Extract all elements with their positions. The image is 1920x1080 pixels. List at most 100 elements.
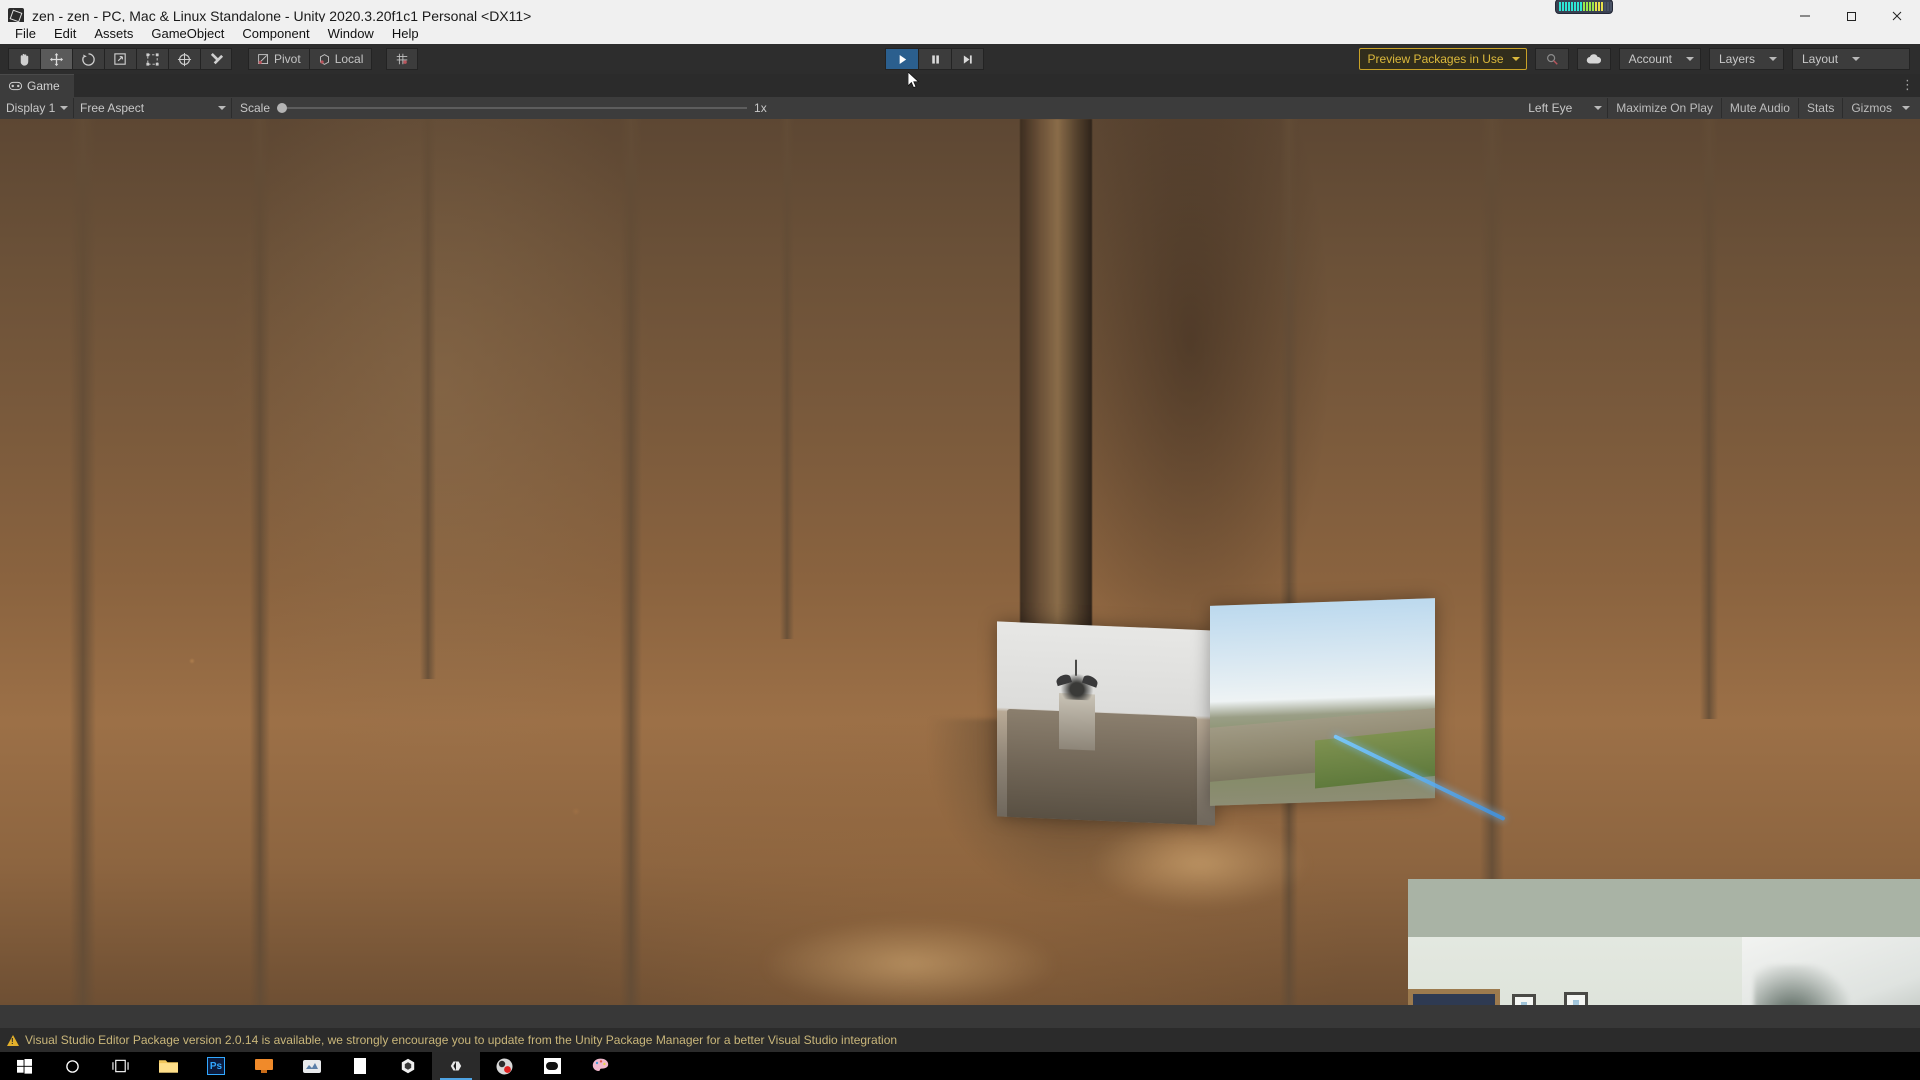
taskbar-paint-app[interactable] (576, 1052, 624, 1080)
vr-photo-panel-right[interactable] (1210, 598, 1435, 806)
tree-trunk (780, 119, 794, 639)
pause-button[interactable] (918, 48, 951, 70)
sun-patch (760, 919, 1060, 1005)
layers-dropdown[interactable]: Layers (1708, 48, 1784, 70)
ps-icon: Ps (207, 1057, 225, 1075)
room-ceiling (1408, 879, 1920, 937)
maximize-on-play-toggle[interactable]: Maximize On Play (1608, 98, 1722, 118)
pivot-handle-group: Pivot Local (248, 48, 373, 70)
layout-label: Layout (1802, 52, 1839, 66)
chevron-down-icon (1685, 57, 1694, 61)
preview-packages-label: Preview Packages in Use (1367, 52, 1504, 66)
scale-slider-group[interactable]: Scale 1x (232, 98, 775, 118)
webcam-overlay (1408, 879, 1920, 1005)
chevron-down-icon (60, 106, 68, 110)
menu-gameobject[interactable]: GameObject (142, 24, 233, 43)
preview-packages-dropdown[interactable]: Preview Packages in Use (1358, 48, 1527, 70)
collab-cloud-button[interactable] (1576, 48, 1611, 70)
menu-edit[interactable]: Edit (45, 24, 85, 43)
display-label: Display 1 (6, 101, 56, 115)
rotate-tool-button[interactable] (72, 48, 104, 70)
chevron-down-icon (1511, 57, 1520, 61)
picture-frame (1564, 992, 1588, 1005)
scale-value: 1x (754, 101, 767, 115)
mouse-cursor (908, 72, 920, 89)
note-icon (354, 1058, 366, 1074)
game-panel: Game ⋮ Display 1 Free Aspect Scale 1x Le… (0, 74, 1920, 1028)
chevron-down-icon (1594, 106, 1603, 110)
gizmos-toggle[interactable]: Gizmos (1843, 98, 1900, 118)
gamepad-icon (9, 81, 22, 91)
unity-toolbar: Pivot Local Preview Packages in Use Acco… (0, 44, 1920, 75)
taskbar-search-button[interactable] (48, 1052, 96, 1080)
game-view-render[interactable] (0, 119, 1920, 1005)
move-tool-button[interactable] (40, 48, 72, 70)
castle-spire (1075, 659, 1077, 676)
handle-space-label: Local (334, 52, 364, 66)
taskbar-photoshop[interactable]: Ps (192, 1052, 240, 1080)
menu-file[interactable]: File (6, 24, 45, 43)
taskbar-obs-studio[interactable] (480, 1052, 528, 1080)
grid-snap-button[interactable] (386, 48, 419, 70)
audio-level-meter (1555, 0, 1613, 14)
castle-shape (1007, 708, 1197, 825)
scale-tool-button[interactable] (104, 48, 136, 70)
chevron-down-icon[interactable] (1902, 106, 1910, 110)
taskbar-unity-editor[interactable] (432, 1052, 480, 1080)
taskbar-unity-hub[interactable] (384, 1052, 432, 1080)
tab-game[interactable]: Game (0, 74, 74, 97)
panel-options-icon[interactable]: ⋮ (1901, 78, 1914, 92)
scale-slider-knob[interactable] (277, 103, 288, 113)
stats-toggle[interactable]: Stats (1799, 98, 1844, 118)
oculus-icon (543, 1058, 561, 1074)
display-dropdown[interactable]: Display 1 (0, 98, 74, 118)
status-message: Visual Studio Editor Package version 2.0… (25, 1033, 898, 1047)
unity-editor-window: zen - zen - PC, Mac & Linux Standalone -… (0, 0, 1920, 1080)
eye-dropdown[interactable]: Left Eye (1522, 98, 1609, 118)
menu-window[interactable]: Window (319, 24, 383, 43)
status-bar[interactable]: Visual Studio Editor Package version 2.0… (0, 1028, 1920, 1052)
taskbar-oculus-app[interactable] (528, 1052, 576, 1080)
panel-tab-row: Game ⋮ (0, 74, 1920, 97)
custom-editor-tool-button[interactable] (200, 48, 232, 70)
aspect-label: Free Aspect (80, 101, 145, 115)
taskbar-task-view-button[interactable] (96, 1052, 144, 1080)
taskbar-start-button[interactable] (0, 1052, 48, 1080)
account-dropdown[interactable]: Account (1618, 48, 1701, 70)
menu-assets[interactable]: Assets (85, 24, 142, 43)
angel-statue (1061, 673, 1093, 701)
layout-dropdown[interactable]: Layout (1792, 48, 1910, 70)
play-button[interactable] (885, 48, 918, 70)
vr-photo-panel-left[interactable] (997, 621, 1215, 826)
mute-audio-toggle[interactable]: Mute Audio (1722, 98, 1799, 118)
aspect-dropdown[interactable]: Free Aspect (74, 98, 232, 118)
taskbar-file-explorer[interactable] (144, 1052, 192, 1080)
tab-game-label: Game (27, 79, 60, 93)
game-view-toolbar-right: Left Eye Maximize On Play Mute Audio Sta… (1522, 97, 1918, 119)
taskbar-media-app[interactable] (288, 1052, 336, 1080)
chevron-down-icon (1852, 57, 1861, 61)
wall-art (1742, 937, 1920, 1005)
pivot-label: Pivot (274, 52, 301, 66)
rect-transform-tool-button[interactable] (136, 48, 168, 70)
chevron-down-icon (218, 106, 226, 110)
toolbar-right-group: Preview Packages in Use Account Layers L… (1358, 48, 1910, 70)
taskbar-display-app[interactable] (240, 1052, 288, 1080)
playback-controls (885, 48, 984, 70)
windows-taskbar: Ps (0, 1052, 1920, 1080)
menu-help[interactable]: Help (383, 24, 428, 43)
step-button[interactable] (951, 48, 984, 70)
search-services-button[interactable] (1534, 48, 1569, 70)
warning-icon (7, 1034, 19, 1046)
taskbar-notes-app[interactable] (336, 1052, 384, 1080)
handle-space-toggle-button[interactable]: Local (308, 48, 373, 70)
sun-patch (1090, 819, 1310, 909)
pivot-toggle-button[interactable]: Pivot (248, 48, 309, 70)
castle-drum (1059, 693, 1095, 751)
transform-tool-button[interactable] (168, 48, 200, 70)
eye-label: Left Eye (1528, 101, 1573, 115)
corkboard (1408, 989, 1500, 1005)
hand-tool-button[interactable] (8, 48, 40, 70)
scale-slider-track[interactable] (277, 103, 748, 113)
menu-component[interactable]: Component (233, 24, 318, 43)
